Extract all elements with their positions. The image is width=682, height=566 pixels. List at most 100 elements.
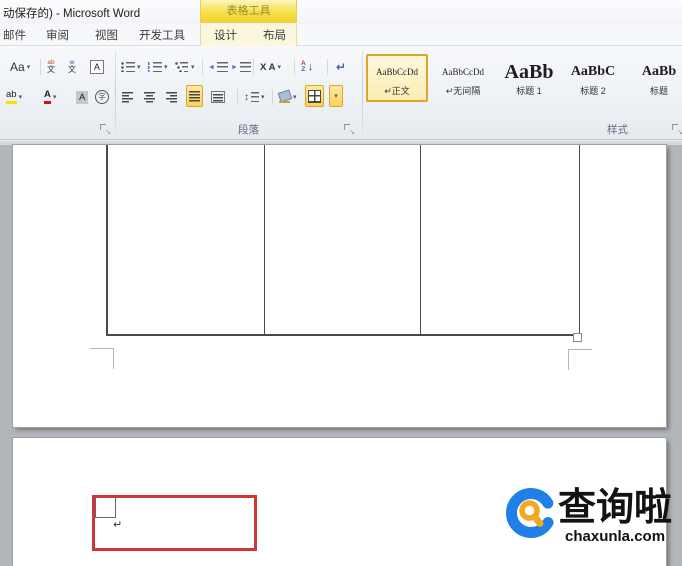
text-highlight-button[interactable]: ab ▾: [4, 86, 24, 108]
align-right-icon: [166, 91, 177, 103]
tab-table-design[interactable]: 设计: [214, 27, 237, 43]
right-triangle-icon: ►: [231, 63, 238, 71]
align-left-icon: [122, 91, 133, 103]
font-color-icon: A: [44, 89, 51, 105]
tab-view[interactable]: 视图: [95, 27, 118, 43]
character-shading-icon: A: [76, 90, 89, 104]
style-name: 标题 2: [580, 86, 606, 96]
increase-indent-button[interactable]: ►: [229, 56, 253, 78]
chevron-down-icon: ▾: [277, 64, 281, 71]
ribbon-tab-bar: 邮件 审阅 视图 开发工具 设计 布局: [0, 24, 682, 46]
justify-button[interactable]: [186, 85, 203, 107]
word-window: 动保存的) - Microsoft Word 表格工具 邮件 审阅 视图 开发工…: [0, 0, 682, 566]
separator: [294, 59, 295, 75]
margin-crop-mark-right: [568, 349, 592, 370]
style-name: ↵正文: [384, 86, 410, 96]
table-left-border: [106, 145, 108, 335]
table-tools-contextual-badge: 表格工具: [200, 0, 297, 23]
chaxunla-watermark: 查询啦 chaxunla.com: [505, 487, 682, 547]
shading-button[interactable]: ▾: [276, 86, 299, 108]
chevron-down-icon: ▾: [18, 94, 23, 101]
title-bar: 动保存的) - Microsoft Word 表格工具: [0, 0, 682, 24]
paragraph-dialog-launcher[interactable]: [344, 124, 355, 136]
separator: [40, 59, 41, 75]
style-name: 标题: [649, 86, 668, 96]
tab-review[interactable]: 审阅: [46, 27, 69, 43]
character-shading-button[interactable]: A: [74, 86, 90, 108]
table-column-line: [420, 145, 421, 335]
align-left-button[interactable]: [120, 86, 135, 108]
change-case-icon: Aa: [10, 60, 25, 74]
style-preview: AaBbCcDd: [442, 67, 484, 77]
style-item-title[interactable]: AaBb 标题: [628, 54, 682, 102]
chevron-down-icon: ▾: [52, 94, 57, 101]
separator: [327, 59, 328, 75]
tab-table-layout[interactable]: 布局: [263, 27, 286, 43]
distributed-icon: [211, 91, 225, 103]
align-right-button[interactable]: [164, 86, 179, 108]
separator: [202, 59, 203, 75]
borders-button[interactable]: [305, 85, 324, 107]
sort-button[interactable]: A Z ↓: [299, 56, 315, 78]
lines-icon: [251, 92, 259, 102]
style-item-no-spacing[interactable]: AaBbCcDd ↵无间隔: [432, 54, 494, 102]
chevron-down-icon: ▾: [293, 94, 297, 101]
enclose-characters-button[interactable]: 字: [93, 86, 111, 108]
document-page-1[interactable]: [13, 145, 666, 427]
borders-dropdown-button[interactable]: ▾: [329, 85, 343, 107]
up-down-arrow-icon: ↕: [244, 91, 249, 103]
watermark-brand-text: 查询啦: [558, 487, 673, 529]
bullets-button[interactable]: ▾: [119, 56, 143, 78]
style-preview: AaBb: [641, 64, 677, 79]
separator: [272, 89, 273, 105]
line-spacing-button[interactable]: ↕ ▾: [242, 86, 267, 108]
styles-group-label: 样式: [607, 124, 628, 136]
document-page-2[interactable]: ↵ 查询啦 chaxunla.com: [13, 438, 672, 566]
contextual-tab-area: 设计 布局: [200, 24, 297, 46]
paragraph-mark-icon: ↵: [336, 60, 347, 74]
align-center-button[interactable]: [142, 86, 157, 108]
multilevel-list-button[interactable]: ▾: [173, 56, 197, 78]
tab-mailings[interactable]: 邮件: [3, 27, 26, 43]
show-hide-marks-button[interactable]: ↵: [334, 56, 348, 78]
lines-icon: [216, 62, 228, 72]
table-column-line: [264, 145, 265, 335]
tab-developer[interactable]: 开发工具: [139, 27, 185, 43]
decrease-indent-button[interactable]: ◄: [206, 56, 230, 78]
change-case-button[interactable]: Aa ▾: [8, 56, 32, 78]
style-name: ↵无间隔: [445, 86, 481, 96]
paragraph-mark: ↵: [113, 519, 123, 531]
separator: [237, 89, 238, 105]
table-bottom-border: [106, 334, 580, 336]
distributed-button[interactable]: [209, 86, 227, 108]
separator: [253, 59, 254, 75]
style-item-heading2[interactable]: AaBbC 标题 2: [562, 54, 624, 102]
style-item-normal[interactable]: AaBbCcDd ↵正文: [366, 54, 428, 102]
chevron-down-icon: ▾: [261, 94, 265, 101]
numbering-icon: [148, 62, 162, 72]
chevron-down-icon: ▾: [164, 64, 168, 71]
styles-dialog-launcher[interactable]: [672, 124, 682, 136]
character-border-button[interactable]: A: [88, 56, 106, 78]
character-border-icon: A: [90, 60, 104, 74]
borders-grid-icon: [308, 89, 321, 103]
chevron-down-icon: ▾: [334, 93, 338, 100]
asian-characters-button[interactable]: w 文: [66, 56, 78, 78]
asian-layout-button[interactable]: X A ▾: [258, 56, 283, 78]
table-resize-handle[interactable]: [573, 333, 582, 342]
style-item-heading1[interactable]: AaBb 标题 1: [498, 54, 560, 102]
font-dialog-launcher[interactable]: [100, 124, 111, 136]
paragraph-group-label: 段落: [238, 124, 259, 136]
style-preview: AaBbC: [570, 64, 616, 79]
numbering-button[interactable]: ▾: [146, 56, 170, 78]
font-color-button[interactable]: A ▾: [42, 86, 58, 108]
style-preview: AaBbCcDd: [376, 67, 418, 77]
watermark-domain-text: chaxunla.com: [565, 528, 666, 545]
enclose-characters-icon: 字: [95, 90, 109, 104]
phonetic-guide-icon: ab 文: [47, 58, 55, 75]
sort-az-icon: A Z: [301, 60, 306, 73]
phonetic-guide-button[interactable]: ab 文: [45, 56, 57, 78]
asian-characters-icon: w 文: [68, 58, 76, 75]
text-highlight-icon: ab: [6, 89, 17, 105]
window-title: 动保存的) - Microsoft Word: [3, 8, 141, 20]
